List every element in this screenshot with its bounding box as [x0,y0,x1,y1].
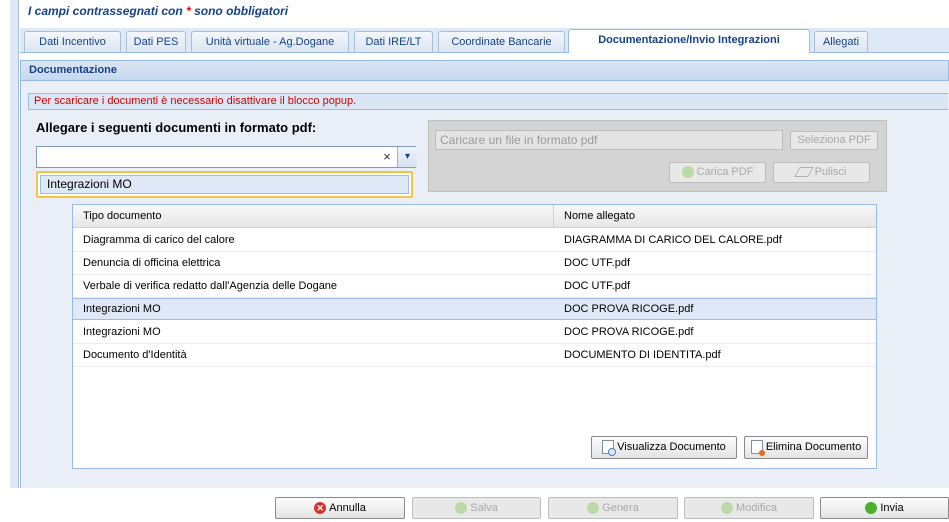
eraser-icon [793,167,814,178]
tab-coordinate-bancarie[interactable]: Coordinate Bancarie [438,31,565,52]
grid-header: Tipo documento Nome allegato [73,205,876,228]
cancel-icon: ✕ [314,502,327,515]
save-label: Salva [470,502,498,514]
document-type-input[interactable] [37,147,377,167]
tab-unita-virtuale[interactable]: Unità virtuale - Ag.Dogane [191,31,349,52]
section-header: Documentazione [20,60,949,81]
tab-label: Documentazione/Invio Integrazioni [598,34,780,46]
tab-strip: Dati Incentivo Dati PES Unità virtuale -… [20,28,949,53]
cell-tipo-documento: Integrazioni MO [83,303,161,315]
check-icon [587,502,600,515]
tab-label: Coordinate Bancarie [451,36,552,48]
required-fields-note: I campi contrassegnati con * sono obblig… [28,4,288,18]
cell-tipo-documento: Verbale di verifica redatto dall'Agenzia… [83,280,338,292]
required-note-prefix: I campi contrassegnati con [28,4,183,18]
cell-nome-allegato: DIAGRAMMA DI CARICO DEL CALORE.pdf [564,234,782,246]
cell-tipo-documento: Diagramma di carico del calore [83,234,235,246]
select-pdf-button[interactable]: Seleziona PDF [790,131,878,150]
cancel-button[interactable]: ✕ Annulla [275,497,405,519]
generate-label: Genera [602,502,639,514]
check-icon [681,166,694,179]
tab-dati-pes[interactable]: Dati PES [126,31,186,52]
document-view-icon [602,440,617,457]
tab-label: Dati Incentivo [39,36,106,48]
generate-button[interactable]: Genera [548,497,678,519]
check-icon [865,502,878,515]
table-row[interactable]: Documento d'Identità DOCUMENTO DI IDENTI… [73,345,876,367]
section-title: Documentazione [29,64,118,76]
view-document-button[interactable]: Visualizza Documento [591,436,737,459]
clear-upload-button[interactable]: Pulisci [773,162,870,183]
tab-documentazione-invio-integrazioni[interactable]: Documentazione/Invio Integrazioni [568,29,810,53]
document-type-combo[interactable]: × ▾ [36,146,417,168]
documents-grid: Tipo documento Nome allegato Diagramma d… [72,204,877,469]
tab-dati-ire-lt[interactable]: Dati IRE/LT [354,31,433,52]
document-type-dropdown: Integrazioni MO [36,171,413,198]
clear-upload-label: Pulisci [814,166,847,178]
table-row[interactable]: Verbale di verifica redatto dall'Agenzia… [73,276,876,298]
cell-nome-allegato: DOC PROVA RICOGE.pdf [564,303,694,315]
check-icon [455,502,468,515]
table-row[interactable]: Denuncia di officina elettrica DOC UTF.p… [73,253,876,275]
attach-label: Allegare i seguenti documenti in formato… [36,120,317,135]
tab-label: Unità virtuale - Ag.Dogane [205,36,335,48]
tab-dati-incentivo[interactable]: Dati Incentivo [24,31,121,52]
chevron-down-icon[interactable]: ▾ [397,147,417,167]
table-row-selected[interactable]: Integrazioni MO DOC PROVA RICOGE.pdf [73,298,876,320]
cell-nome-allegato: DOC PROVA RICOGE.pdf [564,326,694,338]
popup-warning-text: Per scaricare i documenti è necessario d… [34,95,357,107]
clear-icon[interactable]: × [377,147,397,167]
upload-pdf-button[interactable]: Carica PDF [669,162,766,183]
modify-button[interactable]: Modifica [684,497,814,519]
delete-document-label: Elimina Documento [765,441,862,453]
modify-label: Modifica [736,502,777,514]
pdf-file-field[interactable]: Caricare un file in formato pdf [435,130,783,150]
table-row[interactable]: Diagramma di carico del calore DIAGRAMMA… [73,230,876,252]
table-row[interactable]: Integrazioni MO DOC PROVA RICOGE.pdf [73,322,876,344]
view-document-label: Visualizza Documento [617,441,726,453]
cell-tipo-documento: Integrazioni MO [83,326,161,338]
cell-tipo-documento: Documento d'Identità [83,349,187,361]
delete-document-button[interactable]: Elimina Documento [744,436,868,459]
upload-panel: Caricare un file in formato pdf Selezion… [428,120,887,192]
required-star: * [186,4,191,18]
tab-allegati[interactable]: Allegati [814,31,868,52]
cell-tipo-documento: Denuncia di officina elettrica [83,257,221,269]
upload-pdf-label: Carica PDF [696,166,754,178]
popup-warning: Per scaricare i documenti è necessario d… [28,93,948,110]
cell-nome-allegato: DOC UTF.pdf [564,280,631,292]
cell-nome-allegato: DOCUMENTO DI IDENTITA.pdf [564,349,721,361]
save-button[interactable]: Salva [412,497,541,519]
send-label: Invia [880,502,904,514]
tab-label: Allegati [822,36,860,48]
send-button[interactable]: Invia [820,497,949,519]
select-pdf-label: Seleziona PDF [797,134,871,146]
cell-nome-allegato: DOC UTF.pdf [564,257,631,269]
check-icon [721,502,734,515]
dropdown-item-integrazioni-mo[interactable]: Integrazioni MO [40,175,409,194]
tab-label: Dati IRE/LT [365,36,422,48]
cancel-label: Annulla [329,502,366,514]
document-delete-icon [750,440,765,457]
required-note-suffix: sono obbligatori [194,4,289,18]
column-header-nome-allegato[interactable]: Nome allegato [554,205,876,227]
column-header-tipo-documento[interactable]: Tipo documento [73,205,554,227]
tab-label: Dati PES [133,36,179,48]
window-left-border [10,0,19,488]
